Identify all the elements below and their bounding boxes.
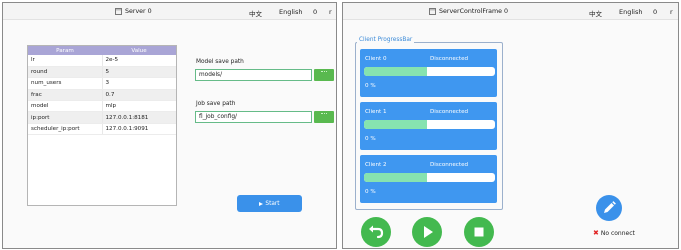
progress-bar xyxy=(364,120,495,129)
param-cell: scheduler_ip:port xyxy=(28,123,103,136)
app-icon xyxy=(115,8,122,15)
client-card: Client 0 Disconnected 0 % xyxy=(360,49,497,97)
value-cell[interactable]: 3 xyxy=(102,77,176,90)
table-row[interactable]: frac 0.7 xyxy=(28,89,176,102)
counter-label: 0 xyxy=(653,8,658,16)
server-control-window: ServerControlFrame 0 中文 English 0 r Clie… xyxy=(342,2,679,249)
value-cell[interactable]: 127.0.0.1:8181 xyxy=(102,111,176,124)
start-button[interactable]: Start xyxy=(237,195,302,212)
ellipsis-icon xyxy=(321,113,327,114)
client-name: Client 0 xyxy=(365,56,387,62)
param-cell: frac xyxy=(28,89,103,102)
client-status: Disconnected xyxy=(430,56,469,62)
model-path-browse-button[interactable] xyxy=(314,69,334,81)
window-title: Server 0 xyxy=(115,8,152,15)
value-cell[interactable]: 127.0.0.1:9091 xyxy=(102,123,176,136)
progress-text: 0 % xyxy=(365,189,376,195)
window-title-text: Server 0 xyxy=(125,8,152,15)
progress-fill xyxy=(364,67,427,76)
app-icon xyxy=(429,8,436,15)
value-cell[interactable]: 5 xyxy=(102,66,176,79)
window-title-text: ServerControlFrame 0 xyxy=(439,8,509,15)
param-cell: ip:port xyxy=(28,111,103,124)
table-row[interactable]: scheduler_ip:port 127.0.0.1:9091 xyxy=(28,123,176,136)
window-title: ServerControlFrame 0 xyxy=(429,8,508,15)
value-cell[interactable]: mlp xyxy=(102,100,176,113)
client-status: Disconnected xyxy=(430,162,469,168)
group-title: Client ProgressBar xyxy=(357,37,415,43)
param-cell: round xyxy=(28,66,103,79)
ellipsis-icon xyxy=(321,71,327,72)
stop-icon xyxy=(474,227,484,237)
client-name: Client 1 xyxy=(365,109,387,115)
client-card: Client 2 Disconnected 0 % xyxy=(360,155,497,203)
play-button[interactable] xyxy=(412,217,442,247)
progress-text: 0 % xyxy=(365,83,376,89)
client-card: Client 1 Disconnected 0 % xyxy=(360,102,497,150)
progress-text: 0 % xyxy=(365,136,376,142)
param-cell: num_users xyxy=(28,77,103,90)
job-path-browse-button[interactable] xyxy=(314,111,334,123)
table-row[interactable]: round 5 xyxy=(28,66,176,79)
param-table: Param Value lr 2e-5 round 5 num_users 3 fra… xyxy=(27,45,177,206)
table-row[interactable]: ip:port 127.0.0.1:8181 xyxy=(28,111,176,124)
lang-zh-button[interactable]: 中文 xyxy=(249,8,262,18)
back-button[interactable] xyxy=(361,217,391,247)
play-icon xyxy=(259,201,264,206)
server-window: Server 0 中文 English 0 r Param Value lr 2e… xyxy=(2,2,337,249)
table-row[interactable]: num_users 3 xyxy=(28,77,176,90)
stop-button[interactable] xyxy=(464,217,494,247)
overflow-label: r xyxy=(670,8,673,16)
connection-status: ✖ No connect xyxy=(593,229,635,237)
client-status: Disconnected xyxy=(430,109,469,115)
lang-en-button[interactable]: English xyxy=(619,8,642,16)
progress-fill xyxy=(364,173,427,182)
title-bar: ServerControlFrame 0 中文 English 0 r xyxy=(343,3,678,20)
job-save-path-input[interactable]: fl_job_config/ xyxy=(195,111,312,123)
model-save-path-input[interactable]: models/ xyxy=(195,69,312,81)
client-name: Client 2 xyxy=(365,162,387,168)
overflow-label: r xyxy=(329,8,332,16)
edit-button[interactable] xyxy=(596,195,622,221)
play-icon xyxy=(424,226,433,238)
model-save-path-label: Model save path xyxy=(196,59,244,65)
error-x-icon: ✖ xyxy=(593,229,599,237)
counter-label: 0 xyxy=(313,8,318,16)
pencil-icon xyxy=(604,201,616,213)
job-save-path-label: Job save path xyxy=(196,101,236,107)
table-header-row: Param Value xyxy=(28,46,176,55)
progress-bar xyxy=(364,67,495,76)
back-arrow-icon xyxy=(369,225,384,239)
start-button-label: Start xyxy=(265,200,280,207)
column-header-param[interactable]: Param xyxy=(28,46,102,55)
param-cell: model xyxy=(28,100,103,113)
table-row[interactable]: lr 2e-5 xyxy=(28,55,176,67)
lang-en-button[interactable]: English xyxy=(279,8,302,16)
value-cell[interactable]: 2e-5 xyxy=(102,55,176,67)
param-cell: lr xyxy=(28,55,103,67)
title-bar: Server 0 中文 English 0 r xyxy=(3,3,336,20)
progress-fill xyxy=(364,120,427,129)
value-cell[interactable]: 0.7 xyxy=(102,89,176,102)
table-row[interactable]: model mlp xyxy=(28,100,176,113)
column-header-value[interactable]: Value xyxy=(102,46,176,55)
progress-bar xyxy=(364,173,495,182)
lang-zh-button[interactable]: 中文 xyxy=(589,8,602,18)
connection-status-text: No connect xyxy=(600,229,635,237)
